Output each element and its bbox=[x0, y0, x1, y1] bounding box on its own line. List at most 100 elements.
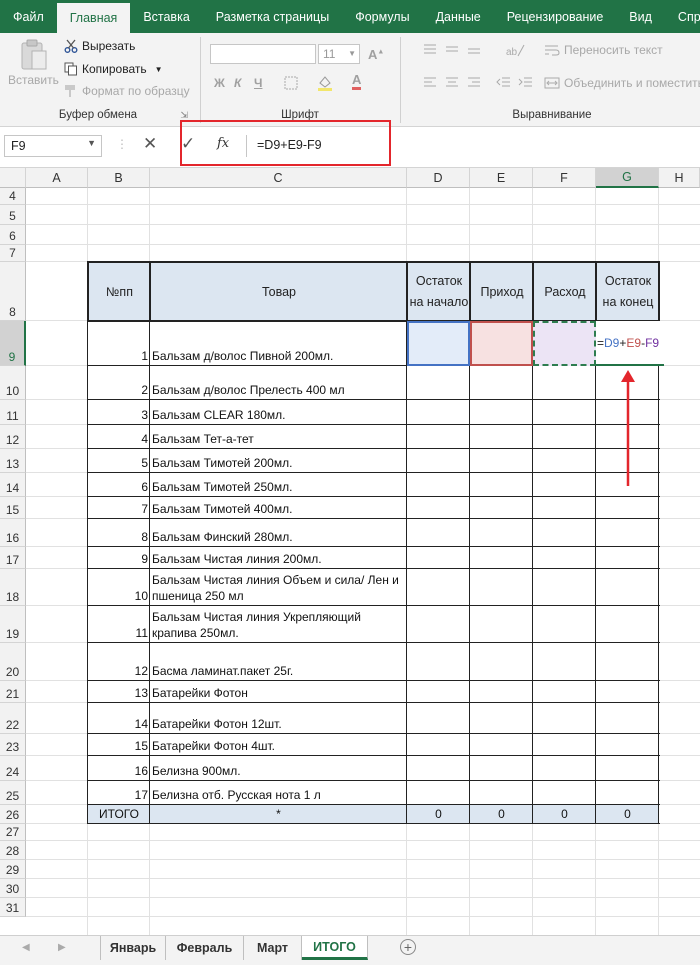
item-name[interactable]: Бальзам Финский 280мл. bbox=[152, 519, 405, 547]
add-sheet-icon[interactable]: + bbox=[400, 939, 416, 955]
item-name[interactable]: Бальзам CLEAR 180мл. bbox=[152, 400, 405, 425]
row-header-18[interactable]: 18 bbox=[0, 569, 26, 606]
item-name[interactable]: Бальзам Тет-а-тет bbox=[152, 425, 405, 449]
column-header-c[interactable]: C bbox=[150, 168, 407, 188]
item-number[interactable]: 10 bbox=[88, 569, 148, 606]
paste-button[interactable]: Вставить bbox=[8, 39, 59, 87]
sheet-tab-march[interactable]: Март bbox=[244, 936, 302, 960]
menu-tab[interactable]: Вид bbox=[616, 0, 665, 33]
cut-button[interactable]: Вырезать bbox=[64, 39, 135, 53]
align-bottom-icon[interactable] bbox=[466, 43, 482, 57]
item-name[interactable]: Бальзам д/волос Пивной 200мл. bbox=[152, 321, 405, 366]
row-header-16[interactable]: 16 bbox=[0, 519, 26, 547]
item-name[interactable]: Белизна 900мл. bbox=[152, 756, 405, 781]
row-header-30[interactable]: 30 bbox=[0, 879, 26, 898]
fill-color-icon[interactable] bbox=[316, 74, 334, 92]
item-name[interactable]: Бальзам д/волос Прелесть 400 мл bbox=[152, 366, 405, 400]
item-number[interactable]: 17 bbox=[88, 781, 148, 805]
bold-button[interactable]: Ж bbox=[214, 76, 225, 90]
row-header-21[interactable]: 21 bbox=[0, 681, 26, 703]
total-income[interactable]: 0 bbox=[470, 805, 533, 824]
sheet-tab-itogo[interactable]: ИТОГО bbox=[302, 936, 368, 960]
total-star[interactable]: * bbox=[150, 805, 407, 824]
item-name[interactable]: Бальзам Чистая линия 200мл. bbox=[152, 547, 405, 569]
column-header-b[interactable]: B bbox=[88, 168, 150, 188]
item-number[interactable]: 15 bbox=[88, 734, 148, 756]
row-header-14[interactable]: 14 bbox=[0, 473, 26, 497]
decrease-indent-icon[interactable] bbox=[496, 76, 512, 90]
row-header-7[interactable]: 7 bbox=[0, 245, 26, 262]
underline-button[interactable]: Ч bbox=[254, 76, 262, 90]
row-header-13[interactable]: 13 bbox=[0, 449, 26, 473]
menu-tab[interactable]: Главная bbox=[56, 3, 131, 33]
row-header-24[interactable]: 24 bbox=[0, 756, 26, 781]
item-name[interactable]: Бальзам Чистая линия Укрепляющий крапива… bbox=[152, 606, 405, 643]
font-name-select[interactable] bbox=[210, 44, 316, 64]
formula-input[interactable]: =D9+E9-F9 bbox=[246, 135, 700, 157]
copy-button[interactable]: Копировать ▼ bbox=[64, 62, 163, 76]
row-header-20[interactable]: 20 bbox=[0, 643, 26, 681]
item-number[interactable]: 3 bbox=[88, 400, 148, 425]
item-name[interactable]: Басма ламинат.пакет 25г. bbox=[152, 643, 405, 681]
item-name[interactable]: Бальзам Тимотей 400мл. bbox=[152, 497, 405, 519]
row-header-19[interactable]: 19 bbox=[0, 606, 26, 643]
column-header-f[interactable]: F bbox=[533, 168, 596, 188]
row-header-17[interactable]: 17 bbox=[0, 547, 26, 569]
menu-tab[interactable]: Формулы bbox=[342, 0, 422, 33]
cancel-icon[interactable]: ✕ bbox=[143, 134, 157, 154]
item-number[interactable]: 14 bbox=[88, 703, 148, 734]
row-header-6[interactable]: 6 bbox=[0, 225, 26, 245]
item-name[interactable]: Батарейки Фотон 12шт. bbox=[152, 703, 405, 734]
item-number[interactable]: 9 bbox=[88, 547, 148, 569]
menu-tab[interactable]: Разметка страницы bbox=[203, 0, 342, 33]
column-header-g[interactable]: G bbox=[596, 168, 659, 188]
column-header-h[interactable]: H bbox=[659, 168, 700, 188]
row-header-4[interactable]: 4 bbox=[0, 188, 26, 205]
scroll-left-icon[interactable]: ◀ bbox=[22, 942, 30, 953]
row-header-26[interactable]: 26 bbox=[0, 805, 26, 824]
wrap-text-button[interactable]: Переносить текст bbox=[544, 43, 663, 57]
row-header-28[interactable]: 28 bbox=[0, 841, 26, 860]
row-header-27[interactable]: 27 bbox=[0, 824, 26, 841]
row-header-8[interactable]: 8 bbox=[0, 262, 26, 321]
item-number[interactable]: 2 bbox=[88, 366, 148, 400]
item-number[interactable]: 12 bbox=[88, 643, 148, 681]
sheet-tab-january[interactable]: Январь bbox=[100, 936, 166, 960]
row-header-12[interactable]: 12 bbox=[0, 425, 26, 449]
enter-icon[interactable]: ✓ bbox=[181, 134, 195, 154]
item-number[interactable]: 11 bbox=[88, 606, 148, 643]
name-box[interactable]: F9 ▼ bbox=[4, 135, 102, 157]
menu-tab[interactable]: Справка bbox=[665, 0, 700, 33]
row-header-22[interactable]: 22 bbox=[0, 703, 26, 734]
total-end[interactable]: 0 bbox=[596, 805, 659, 824]
align-left-icon[interactable] bbox=[422, 76, 438, 90]
item-name[interactable]: Белизна отб. Русская нота 1 л bbox=[152, 781, 405, 805]
menu-tab[interactable]: Файл bbox=[0, 0, 57, 33]
column-header-e[interactable]: E bbox=[470, 168, 533, 188]
row-header-29[interactable]: 29 bbox=[0, 860, 26, 879]
format-painter-button[interactable]: Формат по образцу bbox=[64, 84, 190, 98]
menu-tab[interactable]: Вставка bbox=[130, 0, 202, 33]
total-expense[interactable]: 0 bbox=[533, 805, 596, 824]
row-header-5[interactable]: 5 bbox=[0, 205, 26, 225]
total-label[interactable]: ИТОГО bbox=[88, 805, 150, 824]
name-box-dropdown-icon[interactable]: ▼ bbox=[87, 138, 96, 148]
font-color-icon[interactable]: A bbox=[352, 73, 362, 90]
align-middle-icon[interactable] bbox=[444, 43, 460, 57]
item-number[interactable]: 7 bbox=[88, 497, 148, 519]
item-name[interactable]: Батарейки Фотон bbox=[152, 681, 405, 703]
align-center-icon[interactable] bbox=[444, 76, 460, 90]
menu-tab[interactable]: Рецензирование bbox=[494, 0, 617, 33]
item-number[interactable]: 16 bbox=[88, 756, 148, 781]
editing-cell-g9[interactable]: = D9 + E9- F9 bbox=[596, 321, 664, 366]
merge-center-button[interactable]: Объединить и поместить bbox=[544, 76, 700, 90]
item-number[interactable]: 4 bbox=[88, 425, 148, 449]
item-name[interactable]: Бальзам Тимотей 200мл. bbox=[152, 449, 405, 473]
orientation-icon[interactable]: ab bbox=[504, 42, 526, 58]
row-header-31[interactable]: 31 bbox=[0, 898, 26, 917]
dialog-launcher-icon[interactable]: ⇲ bbox=[180, 110, 188, 121]
item-name[interactable]: Бальзам Тимотей 250мл. bbox=[152, 473, 405, 497]
column-header-a[interactable]: A bbox=[26, 168, 88, 188]
insert-function-icon[interactable]: fx bbox=[217, 136, 229, 151]
item-number[interactable]: 5 bbox=[88, 449, 148, 473]
